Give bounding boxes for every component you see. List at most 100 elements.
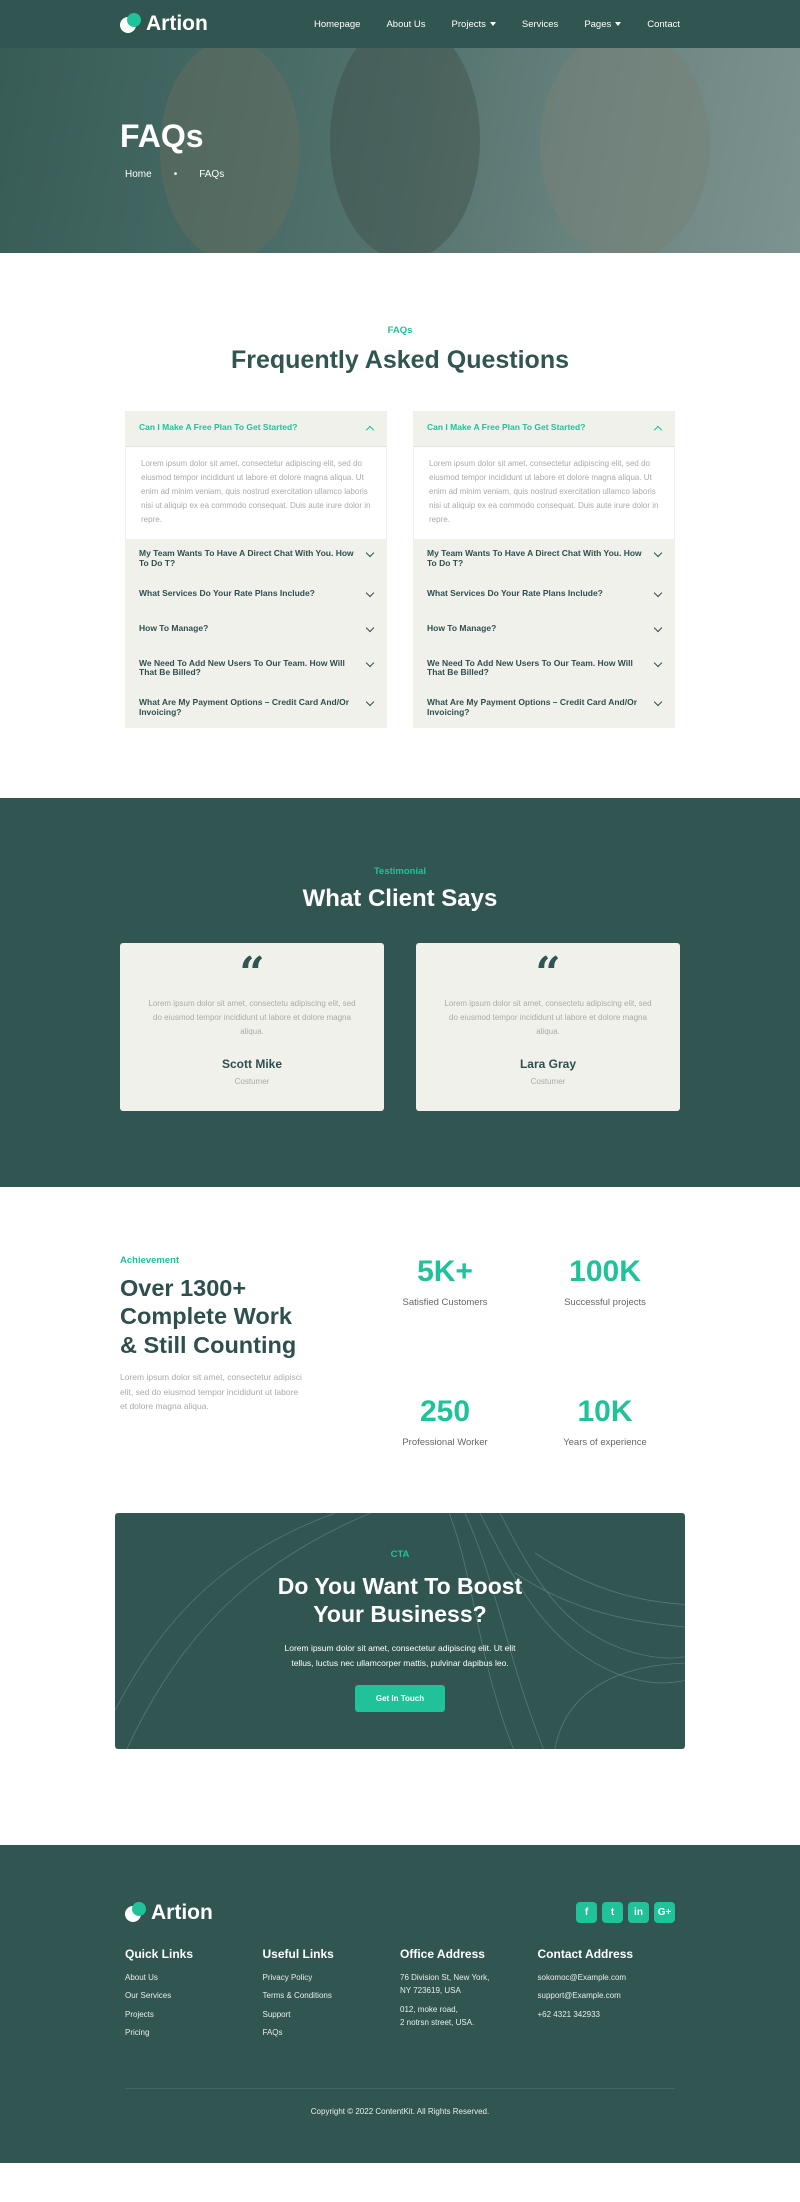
page-title: FAQs bbox=[120, 118, 204, 154]
faq-question-text: Can I Make A Free Plan To Get Started? bbox=[427, 422, 586, 432]
chevron-down-icon bbox=[653, 658, 663, 667]
footer-link[interactable]: Support bbox=[263, 2008, 401, 2022]
faq-question[interactable]: What Are My Payment Options – Credit Car… bbox=[413, 688, 675, 728]
copyright: Copyright © 2022 ContentKit. All Rights … bbox=[125, 2087, 675, 2116]
breadcrumb-current: FAQs bbox=[199, 169, 225, 180]
twitter-icon[interactable]: t bbox=[602, 1902, 623, 1924]
testimonial-text: Lorem ipsum dolor sit amet, consectetu a… bbox=[444, 998, 652, 1036]
faq-question-open[interactable]: Can I Make A Free Plan To Get Started? bbox=[125, 411, 387, 447]
main-menu: Homepage About Us Projects Services Page… bbox=[314, 19, 680, 30]
faq-eyebrow: FAQs bbox=[387, 325, 413, 336]
testimonial-role: Costumer bbox=[234, 1076, 270, 1086]
linkedin-icon[interactable]: in bbox=[628, 1902, 649, 1924]
logo-icon bbox=[120, 13, 142, 35]
nav-about-us[interactable]: About Us bbox=[386, 19, 425, 30]
chevron-up-icon bbox=[365, 425, 375, 435]
footer-link[interactable]: Terms & Conditions bbox=[263, 1989, 401, 2003]
chevron-down-icon bbox=[365, 658, 375, 667]
address-line-2: NY 723619, USA bbox=[400, 1986, 461, 1996]
breadcrumb-separator: • bbox=[173, 169, 178, 180]
faq-question[interactable]: My Team Wants To Have A Direct Chat With… bbox=[413, 539, 675, 579]
footer-office-address: Office Address 76 Division St, New York,… bbox=[400, 1947, 538, 2040]
footer-link[interactable]: Projects bbox=[125, 2008, 263, 2022]
cta-box: CTA Do You Want To Boost Your Business? L… bbox=[115, 1512, 685, 1749]
footer-link[interactable]: About Us bbox=[125, 1971, 263, 1985]
faq-question-text: Can I Make A Free Plan To Get Started? bbox=[139, 422, 298, 432]
stat-value: 5K+ bbox=[417, 1254, 473, 1288]
faq-question[interactable]: What Services Do Your Rate Plans Include… bbox=[413, 579, 675, 614]
chevron-down-icon bbox=[653, 588, 663, 597]
testimonial-card: “ Lorem ipsum dolor sit amet, consectetu… bbox=[120, 942, 384, 1111]
footer-link[interactable]: Pricing bbox=[125, 2026, 263, 2040]
chevron-up-icon bbox=[653, 425, 663, 435]
footer-column-title: Useful Links bbox=[262, 1946, 334, 1961]
chevron-down-icon bbox=[653, 697, 663, 707]
chevron-down-icon bbox=[365, 548, 375, 558]
faq-question[interactable]: How To Manage? bbox=[125, 614, 387, 649]
breadcrumb-home[interactable]: Home bbox=[125, 169, 152, 180]
footer-column-title: Contact Address bbox=[537, 1946, 634, 1961]
stat-label: Years of experience bbox=[563, 1436, 647, 1448]
nav-projects[interactable]: Projects bbox=[452, 19, 496, 30]
nav-homepage[interactable]: Homepage bbox=[314, 19, 360, 30]
footer-useful-links: Useful Links Privacy Policy Terms & Cond… bbox=[263, 1947, 401, 2040]
faq-question-text: My Team Wants To Have A Direct Chat With… bbox=[427, 548, 642, 568]
facebook-icon[interactable]: f bbox=[576, 1902, 597, 1924]
faq-question[interactable]: How To Manage? bbox=[413, 614, 675, 649]
faq-question-text: How To Manage? bbox=[427, 622, 497, 633]
stat-value: 10K bbox=[577, 1394, 633, 1428]
testimonial-section: Testimonial What Client Says “ Lorem ips… bbox=[0, 797, 800, 1187]
google-plus-icon[interactable]: G+ bbox=[654, 1902, 675, 1924]
faq-question[interactable]: My Team Wants To Have A Direct Chat With… bbox=[125, 539, 387, 579]
faq-question[interactable]: What Services Do Your Rate Plans Include… bbox=[125, 579, 387, 614]
footer-link[interactable]: Our Services bbox=[125, 1989, 263, 2003]
address-line-4: 2 notrsn street, USA. bbox=[400, 2018, 475, 2028]
faq-question-text: How To Manage? bbox=[139, 622, 209, 633]
cta-title-line1: Do You Want To Boost bbox=[277, 1572, 523, 1599]
address-line-1: 76 Division St, New York, bbox=[400, 1972, 490, 1982]
cta-text-line2: tellus, luctus nec ullamcorper mattis, p… bbox=[291, 1657, 509, 1668]
social-links: f t in G+ bbox=[576, 1902, 675, 1924]
nav-pages[interactable]: Pages bbox=[584, 19, 622, 30]
brand-name: Artion bbox=[151, 1900, 213, 1924]
footer-contact-address: Contact Address sokomoc@Example.com supp… bbox=[538, 1947, 676, 2040]
stat-item: 250 Professional Worker bbox=[370, 1395, 520, 1513]
faq-column-left: Can I Make A Free Plan To Get Started? L… bbox=[125, 411, 387, 728]
get-in-touch-button[interactable]: Get In Touch bbox=[355, 1684, 445, 1712]
faq-question-text: What Are My Payment Options – Credit Car… bbox=[139, 697, 350, 717]
address-line: 76 Division St, New York, NY 723619, USA bbox=[400, 1971, 538, 1998]
contact-email[interactable]: sokomoc@Example.com bbox=[538, 1971, 676, 1985]
chevron-down-icon bbox=[365, 697, 375, 707]
stat-item: 100K Successful projects bbox=[530, 1255, 680, 1373]
achievement-section: Achievement Over 1300+ Complete Work & S… bbox=[0, 1187, 800, 1513]
chevron-down-icon bbox=[615, 22, 622, 26]
contact-email[interactable]: support@Example.com bbox=[538, 1989, 676, 2003]
nav-contact[interactable]: Contact bbox=[647, 19, 680, 30]
address-line: 012, moke road, 2 notrsn street, USA. bbox=[400, 2003, 538, 2030]
contact-phone[interactable]: +62 4321 342933 bbox=[538, 2008, 676, 2022]
brand-logo[interactable]: Artion bbox=[120, 12, 208, 36]
footer-quick-links: Quick Links About Us Our Services Projec… bbox=[125, 1947, 263, 2040]
stats-grid: 5K+ Satisfied Customers 100K Successful pr… bbox=[370, 1255, 680, 1513]
cta-eyebrow: CTA bbox=[390, 1548, 410, 1560]
nav-services[interactable]: Services bbox=[522, 19, 558, 30]
achievement-text: Lorem ipsum dolor sit amet, consectetur … bbox=[120, 1372, 302, 1412]
chevron-down-icon bbox=[653, 548, 663, 558]
faq-question[interactable]: What Are My Payment Options – Credit Car… bbox=[125, 688, 387, 728]
chevron-down-icon bbox=[365, 588, 375, 597]
faq-title: Frequently Asked Questions bbox=[230, 346, 570, 374]
faq-answer: Lorem ipsum dolor sit amet, consectetur … bbox=[413, 447, 675, 539]
faq-question-open[interactable]: Can I Make A Free Plan To Get Started? bbox=[413, 411, 675, 447]
achievement-eyebrow: Achievement bbox=[120, 1254, 180, 1266]
faq-question-text: What Services Do Your Rate Plans Include… bbox=[139, 587, 315, 598]
footer-logo[interactable]: Artion bbox=[125, 1901, 213, 1925]
footer-link[interactable]: FAQs bbox=[263, 2026, 401, 2040]
faq-question[interactable]: We Need To Add New Users To Our Team. Ho… bbox=[125, 649, 387, 689]
footer-link[interactable]: Privacy Policy bbox=[263, 1971, 401, 1985]
testimonial-text: Lorem ipsum dolor sit amet, consectetu a… bbox=[148, 998, 356, 1036]
faq-question-text: What Are My Payment Options – Credit Car… bbox=[427, 697, 638, 717]
brand-name: Artion bbox=[146, 12, 208, 35]
faq-question[interactable]: We Need To Add New Users To Our Team. Ho… bbox=[413, 649, 675, 689]
cta-text-line1: Lorem ipsum dolor sit amet, consectetur … bbox=[284, 1643, 516, 1654]
footer-column-title: Quick Links bbox=[125, 1946, 194, 1961]
